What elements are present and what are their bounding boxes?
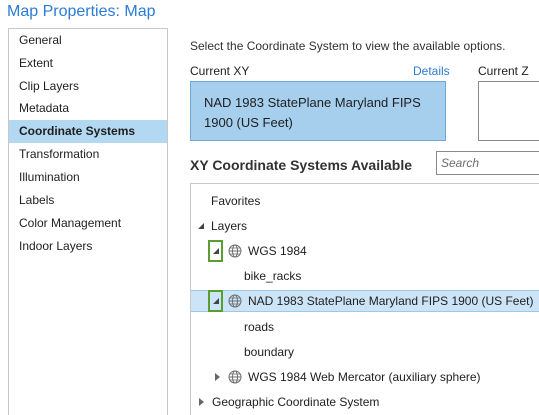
expanded-arrow-icon[interactable]	[213, 248, 219, 254]
sidebar-item-indoor-layers[interactable]: Indoor Layers	[9, 235, 167, 258]
tree-label-bike-racks: bike_racks	[244, 269, 302, 283]
search-box[interactable]	[436, 151, 539, 175]
tree-node-geographic[interactable]: Geographic Coordinate System	[191, 391, 539, 413]
current-z-box	[478, 81, 539, 141]
tree-node-wgs-1984[interactable]: WGS 1984	[191, 240, 539, 262]
tree-node-web-mercator[interactable]: WGS 1984 Web Mercator (auxiliary sphere)	[191, 366, 539, 388]
search-input[interactable]	[441, 155, 536, 171]
tree-node-layers[interactable]: Layers	[191, 215, 539, 237]
globe-icon	[228, 244, 242, 258]
tree-label-web-mercator: WGS 1984 Web Mercator (auxiliary sphere)	[248, 370, 481, 384]
sidebar-item-clip-layers[interactable]: Clip Layers	[9, 75, 167, 98]
current-z-label: Current Z	[478, 64, 529, 78]
details-link[interactable]: Details	[413, 64, 450, 78]
sidebar: General Extent Clip Layers Metadata Coor…	[8, 28, 168, 415]
tree-label-nad-1983: NAD 1983 StatePlane Maryland FIPS 1900 (…	[248, 294, 534, 308]
sidebar-item-transformation[interactable]: Transformation	[9, 143, 167, 166]
collapsed-arrow-icon[interactable]	[199, 398, 204, 406]
coordinate-systems-panel: Select the Coordinate System to view the…	[180, 28, 539, 415]
tree-node-roads[interactable]: roads	[191, 316, 539, 338]
current-xy-box: NAD 1983 StatePlane Maryland FIPS 1900 (…	[190, 81, 446, 141]
window-title: Map Properties: Map	[7, 3, 156, 20]
title-bar: Map Properties: Map	[0, 0, 539, 27]
globe-icon	[228, 370, 242, 384]
tree-label-geographic: Geographic Coordinate System	[212, 395, 380, 409]
sidebar-item-coordinate-systems[interactable]: Coordinate Systems	[9, 120, 167, 143]
tree-node-favorites[interactable]: Favorites	[191, 190, 539, 212]
sidebar-item-color-management[interactable]: Color Management	[9, 212, 167, 235]
expanded-arrow-icon[interactable]	[213, 298, 219, 304]
globe-icon	[228, 294, 242, 308]
sidebar-item-illumination[interactable]: Illumination	[9, 166, 167, 189]
available-systems-heading: XY Coordinate Systems Available	[190, 157, 413, 173]
tree-label-wgs-1984: WGS 1984	[248, 244, 307, 258]
collapsed-arrow-icon[interactable]	[215, 373, 220, 381]
expanded-arrow-icon[interactable]	[198, 223, 204, 229]
tree-node-bike-racks[interactable]: bike_racks	[191, 265, 539, 287]
sidebar-item-metadata[interactable]: Metadata	[9, 97, 167, 120]
tree-label-favorites: Favorites	[211, 194, 261, 208]
tree-label-layers: Layers	[211, 219, 248, 233]
current-xy-label: Current XY	[190, 64, 250, 78]
instruction-text: Select the Coordinate System to view the…	[190, 39, 506, 53]
coordinate-system-tree: Favorites Layers WGS 1984 bike_racks NAD…	[190, 183, 539, 415]
sidebar-item-general[interactable]: General	[9, 29, 167, 52]
tree-label-roads: roads	[244, 320, 275, 334]
current-xy-value: NAD 1983 StatePlane Maryland FIPS 1900 (…	[204, 95, 421, 130]
sidebar-item-labels[interactable]: Labels	[9, 189, 167, 212]
tree-node-nad-1983-maryland[interactable]: NAD 1983 StatePlane Maryland FIPS 1900 (…	[191, 290, 539, 312]
tree-node-boundary[interactable]: boundary	[191, 341, 539, 363]
tree-label-boundary: boundary	[244, 345, 295, 359]
sidebar-item-extent[interactable]: Extent	[9, 52, 167, 75]
